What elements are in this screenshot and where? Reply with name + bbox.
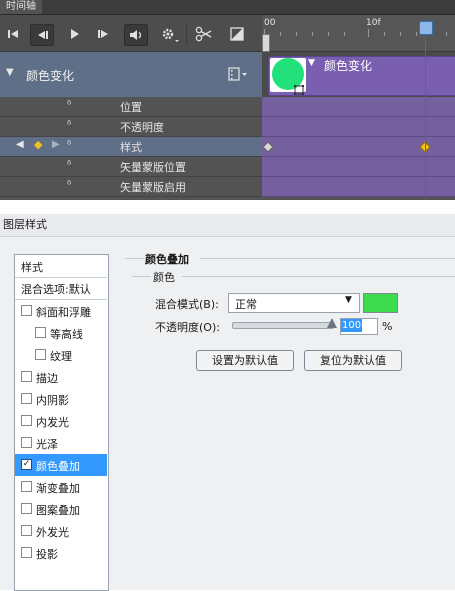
style-item[interactable]: 纹理 bbox=[15, 344, 107, 366]
skip-to-first-icon[interactable] bbox=[2, 24, 24, 44]
next-keyframe-icon[interactable]: ▶ bbox=[52, 139, 60, 150]
style-checkbox[interactable] bbox=[21, 415, 32, 426]
style-item-label: 描边 bbox=[36, 372, 58, 385]
blend-mode-label: 混合模式(B): bbox=[155, 298, 219, 311]
timeline-toolbar bbox=[0, 15, 262, 52]
blend-options-item[interactable]: 混合选项:默认 bbox=[15, 277, 107, 300]
style-item[interactable]: 内阴影 bbox=[15, 388, 107, 410]
stopwatch-icon[interactable]: ᵟ bbox=[67, 138, 71, 151]
style-checkbox[interactable] bbox=[35, 327, 46, 338]
style-checkbox[interactable] bbox=[21, 547, 32, 558]
style-checkbox[interactable] bbox=[21, 481, 32, 492]
style-item[interactable]: 等高线 bbox=[15, 322, 107, 344]
clip-expand-triangle-icon[interactable]: ▼ bbox=[308, 58, 315, 68]
dialog-title: 图层样式 bbox=[0, 214, 455, 237]
style-item-label: 斜面和浮雕 bbox=[36, 306, 91, 319]
opacity-unit: % bbox=[382, 320, 393, 333]
stopwatch-icon[interactable]: ᵟ bbox=[67, 178, 71, 191]
style-checkbox[interactable] bbox=[35, 349, 46, 360]
play-icon[interactable] bbox=[63, 24, 85, 44]
stopwatch-icon[interactable]: ᵟ bbox=[67, 158, 71, 171]
property-row-vector-mask-position[interactable]: ᵟ 矢量蒙版位置 bbox=[0, 157, 262, 177]
style-list-header[interactable]: 样式 bbox=[15, 255, 107, 278]
style-item[interactable]: ✓ 颜色叠加 bbox=[15, 454, 107, 476]
reset-default-button[interactable]: 复位为默认值 bbox=[304, 350, 402, 371]
opacity-slider[interactable] bbox=[232, 322, 334, 329]
style-checkbox[interactable] bbox=[21, 525, 32, 536]
timeline-tab[interactable]: 时间轴 bbox=[0, 0, 42, 14]
blend-mode-value: 正常 bbox=[235, 298, 257, 311]
style-item-label: 等高线 bbox=[50, 328, 83, 341]
next-frame-icon[interactable] bbox=[93, 24, 115, 44]
add-keyframe-icon[interactable]: ◆ bbox=[34, 138, 42, 151]
style-item[interactable]: 描边 bbox=[15, 366, 107, 388]
style-checkbox[interactable] bbox=[21, 393, 32, 404]
property-track bbox=[262, 117, 455, 137]
style-checkbox[interactable] bbox=[21, 503, 32, 514]
style-item-label: 纹理 bbox=[50, 350, 72, 363]
transition-icon[interactable] bbox=[226, 24, 248, 44]
property-row-vector-mask-enable[interactable]: ᵟ 矢量蒙版启用 bbox=[0, 177, 262, 197]
style-item[interactable]: 光泽 bbox=[15, 432, 107, 454]
stopwatch-icon[interactable]: ᵟ bbox=[67, 118, 71, 131]
gear-icon[interactable] bbox=[157, 24, 179, 44]
section-title: 颜色叠加 bbox=[145, 253, 189, 266]
timeline-tab-bar bbox=[0, 0, 455, 15]
property-track bbox=[262, 97, 455, 117]
property-label: 样式 bbox=[120, 141, 142, 154]
style-item-label: 渐变叠加 bbox=[36, 482, 80, 495]
style-item[interactable]: 图案叠加 bbox=[15, 498, 107, 520]
expand-triangle-icon[interactable]: ▼ bbox=[6, 67, 14, 78]
scissors-icon[interactable] bbox=[193, 24, 215, 44]
style-item-label: 外发光 bbox=[36, 526, 69, 539]
style-item[interactable]: 斜面和浮雕 bbox=[15, 300, 107, 322]
work-area-start-handle[interactable] bbox=[262, 34, 270, 52]
style-checkbox[interactable] bbox=[21, 371, 32, 382]
property-label: 矢量蒙版位置 bbox=[120, 161, 186, 174]
style-item-label: 投影 bbox=[36, 548, 58, 561]
clip-name: 颜色变化 bbox=[324, 59, 373, 73]
style-item-label: 内阴影 bbox=[36, 394, 69, 407]
property-label: 不透明度 bbox=[120, 121, 164, 134]
property-row-style[interactable]: ◀ ◆ ▶ ᵟ 样式 bbox=[0, 137, 262, 157]
ruler-mark-label: 10f bbox=[366, 18, 381, 28]
playhead-line bbox=[425, 33, 426, 200]
dropdown-arrow-icon: ▼ bbox=[345, 295, 352, 305]
property-row-opacity[interactable]: ᵟ 不透明度 bbox=[0, 117, 262, 137]
property-track bbox=[262, 177, 455, 197]
layer-name: 颜色变化 bbox=[26, 69, 75, 83]
subsection-title: 颜色 bbox=[153, 271, 175, 284]
property-label: 矢量蒙版启用 bbox=[120, 181, 186, 194]
previous-frame-icon[interactable] bbox=[30, 24, 54, 46]
ruler-start-label: 00 bbox=[264, 18, 276, 28]
style-item-label: 颜色叠加 bbox=[36, 460, 80, 473]
style-checkbox[interactable]: ✓ bbox=[21, 459, 32, 470]
style-item-label: 光泽 bbox=[36, 438, 58, 451]
speaker-icon[interactable] bbox=[124, 24, 148, 46]
property-label: 位置 bbox=[120, 101, 142, 114]
property-track bbox=[262, 157, 455, 177]
style-item[interactable]: 外发光 bbox=[15, 520, 107, 542]
opacity-value: 100 bbox=[341, 319, 363, 332]
film-strip-icon[interactable] bbox=[228, 66, 250, 86]
opacity-label: 不透明度(O): bbox=[155, 321, 220, 334]
style-checkbox[interactable] bbox=[21, 437, 32, 448]
style-item[interactable]: 内发光 bbox=[15, 410, 107, 432]
layer-row[interactable]: ▼ 颜色变化 bbox=[0, 52, 262, 99]
previous-keyframe-icon[interactable]: ◀ bbox=[16, 139, 24, 150]
style-checkbox[interactable] bbox=[21, 305, 32, 316]
style-item[interactable]: 投影 bbox=[15, 542, 107, 564]
blend-mode-select[interactable]: 正常 ▼ bbox=[228, 293, 360, 313]
set-default-button[interactable]: 设置为默认值 bbox=[196, 350, 294, 371]
stopwatch-icon[interactable]: ᵟ bbox=[67, 98, 71, 111]
style-item-label: 内发光 bbox=[36, 416, 69, 429]
style-item[interactable]: 渐变叠加 bbox=[15, 476, 107, 498]
opacity-slider-thumb[interactable] bbox=[327, 318, 337, 328]
style-item-label: 图案叠加 bbox=[36, 504, 80, 517]
overlay-color-swatch[interactable] bbox=[363, 293, 398, 313]
playhead-handle[interactable] bbox=[419, 21, 433, 35]
property-row-position[interactable]: ᵟ 位置 bbox=[0, 97, 262, 117]
